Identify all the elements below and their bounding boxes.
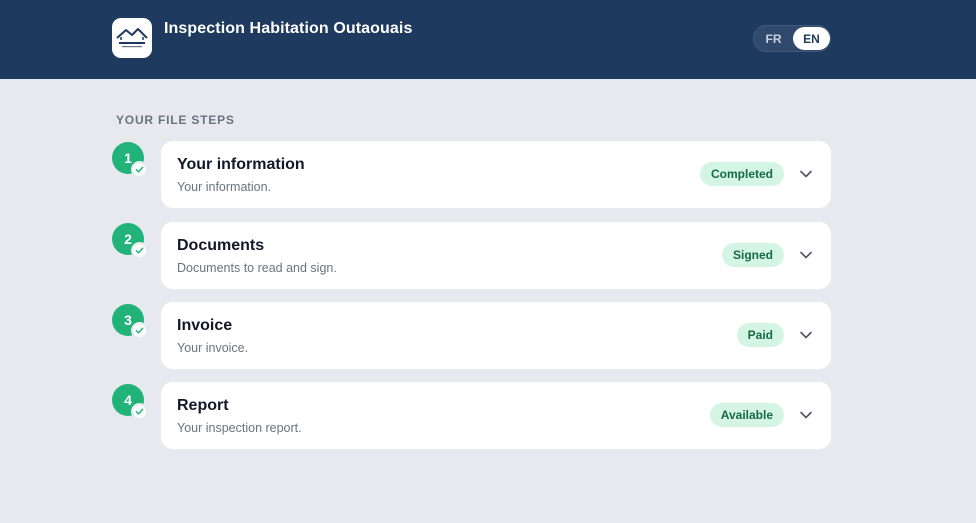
status-badge: Signed <box>721 243 784 267</box>
chevron-down-icon[interactable] <box>799 328 813 342</box>
step-card-your-information[interactable]: Your information Your information. Compl… <box>161 141 831 208</box>
step-title: Report <box>177 397 229 414</box>
check-icon <box>131 161 148 178</box>
step-card-invoice[interactable]: Invoice Your invoice. Paid <box>161 302 831 369</box>
chevron-down-icon[interactable] <box>799 248 813 262</box>
check-icon <box>131 403 148 420</box>
step-subtitle: Your invoice. <box>177 341 249 355</box>
step-card-documents[interactable]: Documents Documents to read and sign. Si… <box>161 222 831 289</box>
status-badge: Paid <box>736 323 784 347</box>
step-title: Your information <box>177 156 305 173</box>
step-subtitle: Your information. <box>177 180 272 194</box>
status-badge: Completed <box>699 162 784 186</box>
check-icon <box>131 242 148 259</box>
app-header: Inspection Habitation Outaouais FR EN <box>0 0 976 79</box>
chevron-down-icon[interactable] <box>799 167 813 181</box>
step-title: Documents <box>177 237 265 254</box>
step-subtitle: Documents to read and sign. <box>177 261 337 275</box>
language-en-button[interactable]: EN <box>793 27 830 50</box>
app-title: Inspection Habitation Outaouais <box>164 20 413 37</box>
section-label: YOUR FILE STEPS <box>116 113 235 127</box>
check-icon <box>131 322 148 339</box>
chevron-down-icon[interactable] <box>799 408 813 422</box>
step-title: Invoice <box>177 317 233 334</box>
status-badge: Available <box>709 403 784 427</box>
house-logo-icon <box>116 28 148 48</box>
company-logo[interactable] <box>112 18 152 58</box>
language-toggle: FR EN <box>753 25 831 52</box>
language-fr-button[interactable]: FR <box>755 27 792 50</box>
step-subtitle: Your inspection report. <box>177 421 302 435</box>
step-card-report[interactable]: Report Your inspection report. Available <box>161 382 831 449</box>
